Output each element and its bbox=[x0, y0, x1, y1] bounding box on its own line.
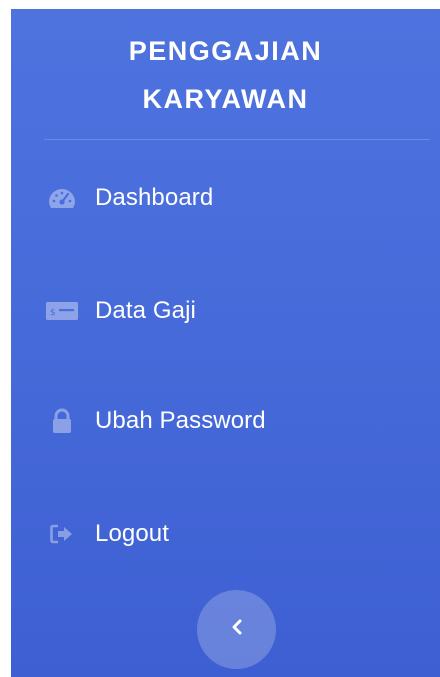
chevron-left-icon bbox=[231, 619, 243, 640]
sidebar-brand[interactable]: PENGGAJIAN KARYAWAN bbox=[11, 27, 440, 123]
sidebar-item-logout[interactable]: Logout bbox=[11, 504, 440, 564]
sidebar-item-label: Ubah Password bbox=[95, 407, 266, 434]
sign-out-icon bbox=[45, 522, 79, 546]
sidebar: PENGGAJIAN KARYAWAN Dashboard $ Data Gaj… bbox=[11, 9, 440, 677]
tachometer-icon bbox=[45, 186, 79, 210]
sidebar-item-data-gaji[interactable]: $ Data Gaji bbox=[11, 281, 440, 341]
sidebar-item-label: Dashboard bbox=[95, 184, 214, 211]
sidebar-divider bbox=[44, 139, 430, 140]
sidebar-toggle-button[interactable] bbox=[197, 590, 276, 669]
sidebar-item-dashboard[interactable]: Dashboard bbox=[11, 168, 440, 228]
brand-title-line2: KARYAWAN bbox=[142, 84, 309, 114]
sidebar-item-ubah-password[interactable]: Ubah Password bbox=[11, 391, 440, 451]
svg-text:$: $ bbox=[50, 308, 56, 318]
sidebar-item-label: Logout bbox=[95, 520, 170, 547]
sidebar-item-label: Data Gaji bbox=[95, 297, 196, 324]
brand-title-line1: PENGGAJIAN bbox=[128, 36, 323, 66]
lock-icon bbox=[45, 408, 79, 433]
money-bill-icon: $ bbox=[45, 299, 79, 323]
